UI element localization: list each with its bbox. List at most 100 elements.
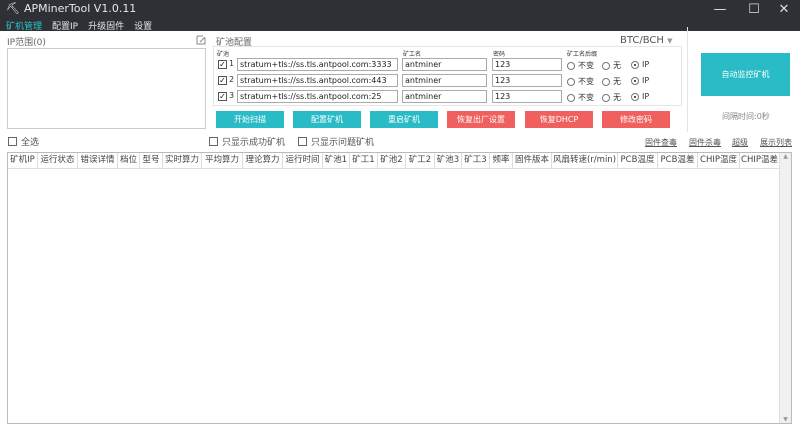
column-header[interactable]: 频率 [490,153,513,168]
radio-icon [602,93,610,102]
firmware-kill-link[interactable]: 固件杀毒 [689,137,721,148]
menu-miner-management[interactable]: 矿机管理 [6,19,42,32]
app-title: ⛏ APMinerTool V1.0.11 [6,2,136,15]
radio-icon [631,92,639,101]
suffix-option-label: 无 [613,61,621,70]
suffix-radio[interactable]: 无 [602,60,621,71]
column-header[interactable]: CHIP温差 [740,153,780,168]
column-header[interactable]: 理论算力 [243,153,283,168]
suffix-radio[interactable]: IP [631,60,649,69]
column-header[interactable]: 矿工2 [406,153,435,168]
suffix-radio[interactable]: 无 [602,92,621,103]
column-header[interactable]: PCB温差 [658,153,698,168]
reboot-miner-button[interactable]: 重启矿机 [370,111,438,128]
pool-enable-checkbox[interactable]: ✓ [218,76,227,85]
menu-bar: 矿机管理 配置IP 升级固件 设置 [6,19,152,32]
worker-name-input[interactable]: antminer [402,74,487,87]
suffix-option-label: IP [642,92,650,101]
worker-name-input[interactable]: antminer [402,90,487,103]
chevron-down-icon: ▼ [667,37,673,45]
column-header[interactable]: 矿机IP [8,153,38,168]
column-header[interactable]: 错误详情 [78,153,118,168]
radio-icon [602,77,610,86]
col-password-label: 密码 [493,51,506,58]
pool-index: 3 [229,91,235,100]
miner-table: 矿机IP 运行状态 错误详情 档位 型号 实时算力 平均算力 理论算力 运行时间 矿池1 矿工1 矿池… [7,152,792,424]
suffix-radio[interactable]: 不变 [567,60,594,71]
super-link[interactable]: 超级 [732,137,748,148]
coin-select-value: BTC/BCH [620,35,664,46]
menu-settings[interactable]: 设置 [134,19,152,32]
password-input[interactable]: 123 [492,58,562,71]
auto-monitor-button[interactable]: 自动监控矿机 [701,53,790,96]
column-header[interactable]: 实时算力 [163,153,202,168]
column-header[interactable]: 固件版本 [513,153,552,168]
pool-enable-checkbox[interactable]: ✓ [218,60,227,69]
table-header: 矿机IP 运行状态 错误详情 档位 型号 实时算力 平均算力 理论算力 运行时间 矿池1 矿工1 矿池… [8,153,791,169]
radio-icon [567,77,575,86]
select-all-checkbox[interactable]: 全选 [8,135,39,148]
change-password-button[interactable]: 修改密码 [602,111,670,128]
radio-icon [567,61,575,70]
column-header[interactable]: 平均算力 [202,153,243,168]
suffix-option-label: 无 [613,93,621,102]
menu-config-ip[interactable]: 配置IP [52,19,78,32]
suffix-radio[interactable]: IP [631,92,649,101]
firmware-scan-link[interactable]: 固件查毒 [645,137,677,148]
ip-range-input[interactable] [7,48,206,129]
suffix-radio[interactable]: 不变 [567,92,594,103]
restore-dhcp-button[interactable]: 恢复DHCP [525,111,593,128]
select-all-label: 全选 [21,138,40,148]
suffix-radio[interactable]: 无 [602,76,621,87]
column-header[interactable]: 运行时间 [283,153,323,168]
col-worker-label: 矿工名 [403,51,422,58]
worker-name-input[interactable]: antminer [402,58,487,71]
checkbox-box [209,137,218,146]
ip-range-label: IP范围(0) [7,38,46,48]
password-input[interactable]: 123 [492,90,562,103]
column-header[interactable]: 型号 [140,153,163,168]
radio-icon [631,60,639,69]
suffix-option-label: 不变 [578,77,594,86]
column-header[interactable]: 矿工3 [462,153,490,168]
scroll-down-icon[interactable]: ▼ [780,416,791,423]
pool-index: 1 [229,59,235,68]
radio-icon [602,61,610,70]
config-miner-button[interactable]: 配置矿机 [293,111,361,128]
column-header[interactable]: 档位 [118,153,140,168]
vertical-scrollbar[interactable]: ▲ ▼ [779,153,791,423]
column-header[interactable]: 风扇转速(r/min) [552,153,618,168]
suffix-radio[interactable]: IP [631,76,649,85]
only-success-checkbox[interactable]: 只显示成功矿机 [209,135,285,148]
column-header[interactable]: CHIP温度 [698,153,740,168]
pool-enable-checkbox[interactable]: ✓ [218,92,227,101]
pool-url-input[interactable]: stratum+tls://ss.tls.antpool.com:3333 [237,58,398,71]
column-header[interactable]: PCB温度 [618,153,658,168]
menu-upgrade-firmware[interactable]: 升级固件 [88,19,124,32]
pool-url-input[interactable]: stratum+tls://ss.tls.antpool.com:25 [237,90,398,103]
password-input[interactable]: 123 [492,74,562,87]
factory-reset-button[interactable]: 恢复出厂设置 [447,111,515,128]
column-header[interactable]: 矿池1 [323,153,350,168]
pool-url-input[interactable]: stratum+tls://ss.tls.antpool.com:443 [237,74,398,87]
suffix-radio[interactable]: 不变 [567,76,594,87]
column-header[interactable]: 运行状态 [38,153,78,168]
column-header[interactable]: 矿池3 [435,153,462,168]
start-scan-button[interactable]: 开始扫描 [216,111,284,128]
radio-icon [631,76,639,85]
col-suffix-label: 矿工名后缀 [567,51,598,58]
minimize-button[interactable]: — [704,0,736,18]
coin-select[interactable]: BTC/BCH ▼ [620,35,673,46]
edit-icon[interactable] [196,35,206,45]
scroll-up-icon[interactable]: ▲ [780,153,791,160]
column-header[interactable]: 矿池2 [378,153,406,168]
interval-text: 间隔时间:0秒 [722,112,770,121]
pickaxe-icon: ⛏ [6,2,20,15]
show-list-link[interactable]: 展示列表 [760,137,792,148]
suffix-option-label: 无 [613,77,621,86]
column-header[interactable]: 矿工1 [350,153,378,168]
only-problem-checkbox[interactable]: 只显示问题矿机 [298,135,374,148]
maximize-button[interactable]: ☐ [738,0,770,18]
suffix-option-label: 不变 [578,93,594,102]
close-button[interactable]: ✕ [768,0,800,18]
